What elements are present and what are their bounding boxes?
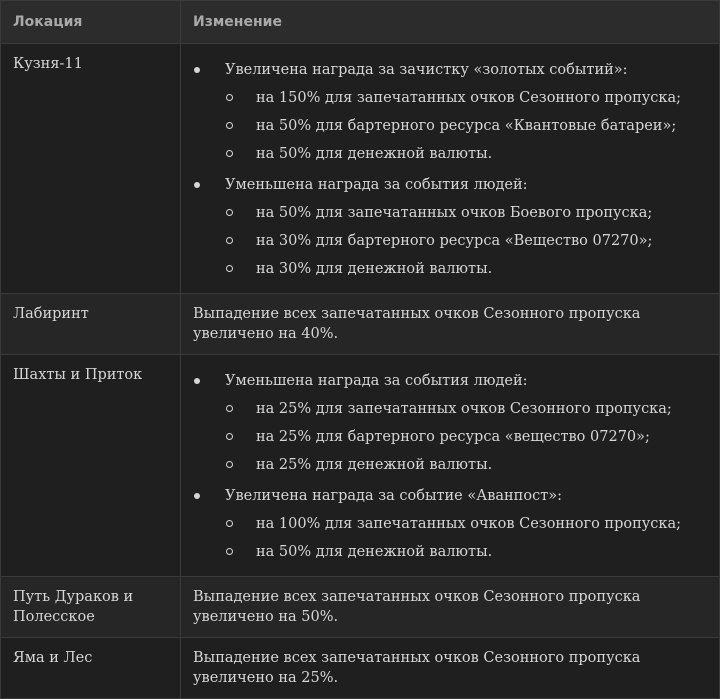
- change-cell: Уменьшена награда за события людей: на 2…: [180, 354, 720, 577]
- circle-bullet-icon: [226, 122, 233, 129]
- location-cell: Кузня-11: [0, 43, 181, 294]
- circle-bullet-icon: [226, 548, 233, 555]
- circle-bullet-icon: [226, 520, 233, 527]
- location-cell: Яма и Лес: [0, 637, 181, 699]
- bullet-icon: [194, 182, 200, 188]
- change-cell: Увеличена награда за зачистку «золотых с…: [180, 43, 720, 294]
- sub-item: на 25% для денежной валюты.: [193, 451, 707, 479]
- list-item: Увеличена награда за событие «Аванпост»:…: [193, 482, 707, 566]
- list-item: Увеличена награда за зачистку «золотых с…: [193, 56, 707, 168]
- table-row: Шахты и Приток Уменьшена награда за собы…: [0, 354, 720, 577]
- circle-bullet-icon: [226, 433, 233, 440]
- group-title: Увеличена награда за событие «Аванпост»:: [225, 488, 562, 504]
- bullet-icon: [194, 67, 200, 73]
- sub-item: на 150% для запечатанных очков Сезонного…: [193, 84, 707, 112]
- sub-item: на 50% для денежной валюты.: [193, 538, 707, 566]
- change-cell: Выпадение всех запечатанных очков Сезонн…: [180, 293, 720, 355]
- sub-item: на 25% для запечатанных очков Сезонного …: [193, 395, 707, 423]
- change-list: Уменьшена награда за события людей: на 2…: [193, 367, 707, 566]
- sub-item: на 30% для денежной валюты.: [193, 255, 707, 283]
- circle-bullet-icon: [226, 461, 233, 468]
- list-item: Уменьшена награда за события людей: на 2…: [193, 367, 707, 479]
- bullet-icon: [194, 378, 200, 384]
- sub-item: на 50% для запечатанных очков Боевого пр…: [193, 199, 707, 227]
- circle-bullet-icon: [226, 94, 233, 101]
- table-row: Путь Дураков и Полесское Выпадение всех …: [0, 576, 720, 638]
- list-item: Уменьшена награда за события людей: на 5…: [193, 171, 707, 283]
- sub-item: на 50% для денежной валюты.: [193, 140, 707, 168]
- sub-item: на 100% для запечатанных очков Сезонного…: [193, 510, 707, 538]
- header-row: Локация Изменение: [0, 0, 720, 44]
- changes-table: Локация Изменение Кузня-11 Увеличена наг…: [0, 0, 720, 699]
- location-cell: Шахты и Приток: [0, 354, 181, 577]
- sub-item: на 25% для бартерного ресурса «вещество …: [193, 423, 707, 451]
- change-cell: Выпадение всех запечатанных очков Сезонн…: [180, 576, 720, 638]
- header-location: Локация: [0, 0, 181, 44]
- header-change: Изменение: [180, 0, 720, 44]
- change-list: Увеличена награда за зачистку «золотых с…: [193, 56, 707, 283]
- table-row: Яма и Лес Выпадение всех запечатанных оч…: [0, 637, 720, 699]
- sub-item: на 50% для бартерного ресурса «Квантовые…: [193, 112, 707, 140]
- circle-bullet-icon: [226, 405, 233, 412]
- circle-bullet-icon: [226, 265, 233, 272]
- bullet-icon: [194, 493, 200, 499]
- location-cell: Лабиринт: [0, 293, 181, 355]
- group-title: Увеличена награда за зачистку «золотых с…: [225, 62, 628, 78]
- circle-bullet-icon: [226, 209, 233, 216]
- group-title: Уменьшена награда за события людей:: [225, 177, 528, 193]
- location-cell: Путь Дураков и Полесское: [0, 576, 181, 638]
- table-row: Лабиринт Выпадение всех запечатанных очк…: [0, 293, 720, 355]
- sub-item: на 30% для бартерного ресурса «Вещество …: [193, 227, 707, 255]
- circle-bullet-icon: [226, 237, 233, 244]
- change-cell: Выпадение всех запечатанных очков Сезонн…: [180, 637, 720, 699]
- circle-bullet-icon: [226, 150, 233, 157]
- table-row: Кузня-11 Увеличена награда за зачистку «…: [0, 43, 720, 294]
- group-title: Уменьшена награда за события людей:: [225, 373, 528, 389]
